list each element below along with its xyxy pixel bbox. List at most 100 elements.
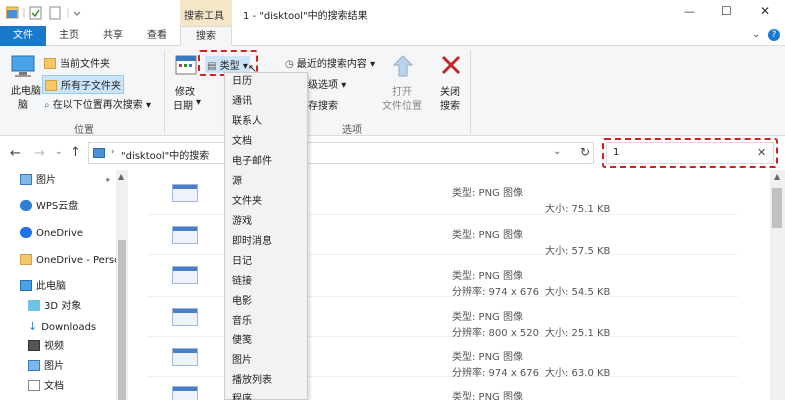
- nav-item-onedrive[interactable]: OneDrive: [20, 225, 83, 243]
- nav-item-wps-cloud[interactable]: WPS云盘: [20, 198, 78, 216]
- search-again-button[interactable]: ⌕ 在以下位置再次搜索 ▾: [44, 96, 151, 111]
- close-search-label-2: 搜索: [440, 101, 460, 112]
- pin-icon: ✦: [104, 176, 112, 186]
- file-type: 类型: PNG 图像: [452, 392, 523, 400]
- up-arrow-icon[interactable]: ↑: [70, 145, 81, 160]
- this-pc-label[interactable]: 此电脑: [11, 82, 41, 97]
- file-size: 大小: 75.1 KB: [545, 204, 611, 215]
- address-dropdown-icon[interactable]: ⌄: [553, 146, 561, 157]
- nav-item-pictures-quick[interactable]: 图片: [20, 172, 56, 190]
- document-icon: [28, 380, 40, 391]
- nav-item-videos[interactable]: 视频: [28, 338, 64, 356]
- menu-item-journal[interactable]: 日记: [232, 253, 252, 271]
- this-pc-icon[interactable]: [10, 54, 36, 78]
- all-subfolders-label: 所有子文件夹: [61, 81, 121, 92]
- all-subfolders-button[interactable]: 所有子文件夹: [42, 75, 124, 94]
- title-bar: 搜索工具 1 - "disktool"中的搜索结果 — ☐ ✕: [0, 0, 785, 26]
- menu-item-contact[interactable]: 联系人: [232, 113, 262, 131]
- menu-item-game[interactable]: 游戏: [232, 213, 252, 231]
- cloud-icon: [20, 200, 32, 211]
- menu-item-music[interactable]: 音乐: [232, 313, 252, 331]
- search-box[interactable]: 1 ✕: [606, 142, 774, 164]
- location-group-label: 位置: [74, 125, 94, 136]
- nav-scroll-up-icon[interactable]: ▲: [118, 172, 124, 181]
- refresh-icon[interactable]: ↻: [580, 145, 590, 159]
- nav-item-3d-objects[interactable]: 3D 对象: [28, 298, 81, 316]
- file-type: 类型: PNG 图像: [452, 188, 523, 199]
- nav-label: 图片: [44, 361, 64, 372]
- ribbon-expand-icon[interactable]: ⌄: [752, 29, 760, 40]
- nav-label: 此电脑: [36, 281, 66, 292]
- quick-access-toolbar: [5, 6, 86, 20]
- image-thumbnail: [172, 226, 198, 244]
- path-chevron-icon: ›: [111, 147, 115, 157]
- current-folder-button[interactable]: 当前文件夹: [44, 55, 110, 70]
- nav-label: 视频: [44, 341, 64, 352]
- save-search-button[interactable]: 存搜索: [308, 97, 338, 112]
- close-search-label[interactable]: 关闭: [440, 83, 460, 98]
- nav-item-onedrive-personal[interactable]: OneDrive - Perso: [20, 252, 120, 270]
- tab-view[interactable]: 查看: [140, 26, 174, 46]
- help-icon[interactable]: ?: [768, 29, 780, 41]
- subfolders-icon: [45, 80, 57, 91]
- menu-item-email[interactable]: 电子邮件: [232, 153, 272, 171]
- nav-item-this-pc[interactable]: 此电脑: [20, 278, 66, 296]
- tab-file[interactable]: 文件: [0, 26, 46, 46]
- history-chevron-icon[interactable]: ⌄: [55, 147, 63, 157]
- advanced-options-label: 级选项: [308, 80, 338, 91]
- close-button[interactable]: ✕: [760, 4, 770, 18]
- chevron-down-icon: ▾: [370, 59, 376, 70]
- recent-searches-label: 最近的搜索内容: [296, 59, 367, 70]
- kind-dropdown-menu: 日历 通讯 联系人 文档 电子邮件 源 文件夹 游戏 即时消息 日记 链接 电影…: [224, 72, 308, 400]
- calendar-icon[interactable]: [175, 54, 197, 76]
- image-thumbnail: [172, 184, 198, 202]
- nav-item-downloads[interactable]: ↓ Downloads: [28, 318, 96, 336]
- advanced-options-button[interactable]: 级选项 ▾: [308, 76, 346, 91]
- menu-item-picture[interactable]: 图片: [232, 352, 252, 370]
- search-again-label: 在以下位置再次搜索: [52, 100, 143, 111]
- menu-item-program[interactable]: 程序: [232, 391, 252, 400]
- tab-search[interactable]: 搜索: [180, 26, 232, 47]
- clear-search-icon[interactable]: ✕: [757, 146, 766, 159]
- date-modified-label[interactable]: 修改: [175, 83, 195, 98]
- back-arrow-icon[interactable]: ←: [10, 146, 21, 161]
- menu-item-instant-message[interactable]: 即时消息: [232, 233, 272, 251]
- menu-item-document[interactable]: 文档: [232, 133, 252, 151]
- close-search-icon[interactable]: [440, 54, 462, 76]
- results-scroll-up-icon[interactable]: ▲: [774, 172, 780, 181]
- menu-item-folder[interactable]: 文件夹: [232, 193, 262, 211]
- file-resolution: 分辨率: 974 x 676: [452, 368, 539, 379]
- kind-button[interactable]: ▤ 类型 ▾: [205, 56, 250, 73]
- cube-icon: [28, 300, 40, 311]
- file-size: 大小: 54.5 KB: [545, 287, 611, 298]
- file-resolution: 分辨率: 974 x 676: [452, 287, 539, 298]
- search-input[interactable]: 1: [613, 147, 619, 158]
- open-location-label[interactable]: 打开: [392, 83, 412, 98]
- menu-item-calendar[interactable]: 日历: [232, 73, 252, 91]
- maximize-button[interactable]: ☐: [721, 4, 732, 18]
- minimize-button[interactable]: —: [684, 5, 695, 18]
- results-scrollbar-thumb[interactable]: [772, 188, 782, 228]
- forward-arrow-icon[interactable]: →: [34, 146, 45, 161]
- menu-item-movie[interactable]: 电影: [232, 293, 252, 311]
- tab-home[interactable]: 主页: [52, 26, 86, 46]
- folder-icon: [44, 58, 56, 69]
- menu-item-feed[interactable]: 源: [232, 173, 242, 191]
- nav-label: 图片: [36, 175, 56, 186]
- nav-item-documents[interactable]: 文档: [28, 378, 64, 396]
- open-location-label-2: 文件位置: [382, 101, 422, 112]
- open-location-icon[interactable]: [392, 54, 414, 78]
- menu-item-communication[interactable]: 通讯: [232, 93, 252, 111]
- image-thumbnail: [172, 386, 198, 400]
- menu-item-playlist[interactable]: 播放列表: [232, 372, 272, 390]
- date-modified-chevron-icon: ▾: [196, 97, 202, 108]
- tab-share[interactable]: 共享: [96, 26, 130, 46]
- context-tab-label: 搜索工具: [184, 11, 224, 22]
- menu-item-note[interactable]: 便笺: [232, 332, 252, 350]
- nav-item-pictures[interactable]: 图片: [28, 358, 64, 376]
- recent-searches-button[interactable]: ◷ 最近的搜索内容 ▾: [285, 55, 375, 70]
- nav-scrollbar-thumb[interactable]: [118, 240, 126, 400]
- menu-item-link[interactable]: 链接: [232, 273, 252, 291]
- file-type: 类型: PNG 图像: [452, 230, 523, 241]
- address-bar[interactable]: › "disktool"中的搜索 ⌄: [88, 142, 594, 164]
